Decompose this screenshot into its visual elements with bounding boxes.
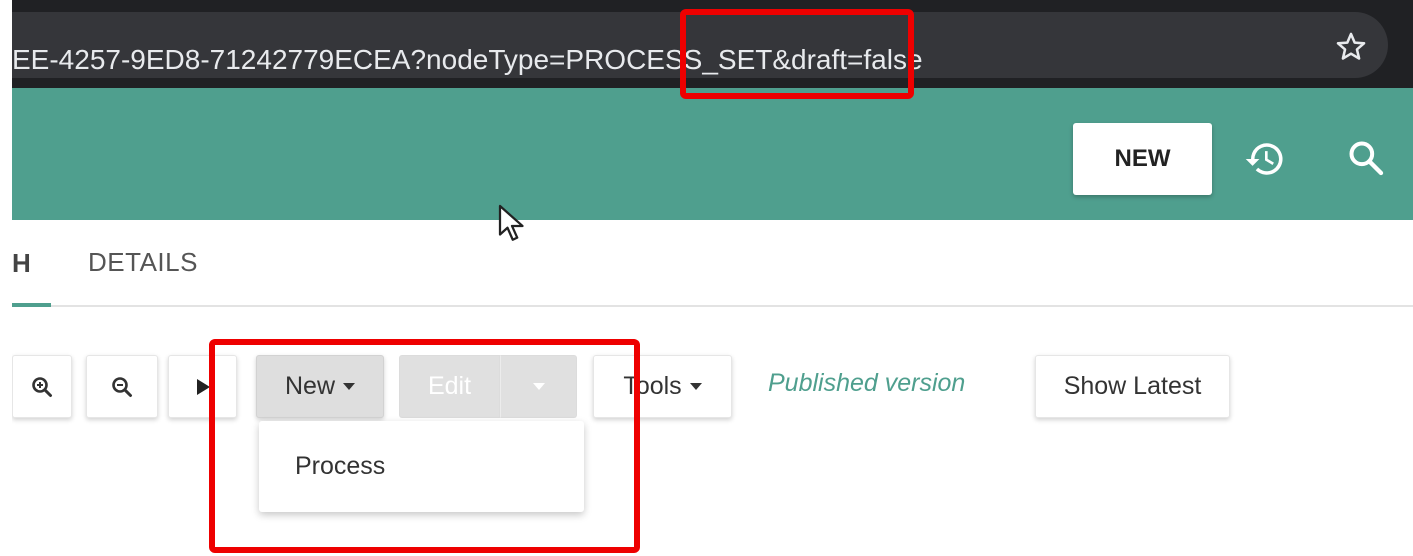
zoom-out-button[interactable] (86, 355, 158, 418)
new-dropdown-menu: Process (259, 421, 584, 512)
url-text[interactable]: EE-4257-9ED8-71242779ECEA?nodeType=PROCE… (12, 44, 923, 76)
tab-bar: H DETAILS (0, 220, 1413, 307)
play-button[interactable] (168, 355, 237, 418)
play-icon (196, 378, 210, 395)
tab-first-partial[interactable]: H (12, 248, 31, 279)
zoom-out-icon (112, 376, 132, 397)
star-icon[interactable] (1334, 30, 1368, 64)
chevron-down-icon (689, 383, 702, 390)
version-status-text: Published version (768, 369, 966, 397)
mouse-cursor-icon (498, 204, 524, 241)
edit-label: Edit (427, 372, 472, 400)
browser-edge (1401, 0, 1413, 88)
left-edge (0, 0, 12, 556)
tools-dropdown-button[interactable]: Tools (593, 355, 732, 418)
zoom-in-button[interactable] (12, 355, 72, 418)
show-latest-button[interactable]: Show Latest (1035, 355, 1230, 418)
chevron-down-icon (532, 383, 545, 390)
address-bar[interactable]: EE-4257-9ED8-71242779ECEA?nodeType=PROCE… (0, 12, 1388, 78)
tab-details[interactable]: DETAILS (88, 247, 198, 278)
new-dropdown-button[interactable]: New (256, 355, 384, 418)
edit-button[interactable]: Edit (399, 355, 500, 418)
history-icon[interactable] (1244, 138, 1286, 180)
chevron-down-icon (343, 383, 355, 390)
zoom-in-icon (32, 376, 52, 397)
tools-label: Tools (623, 372, 682, 400)
search-icon[interactable] (1346, 138, 1386, 178)
new-dropdown-label: New (284, 372, 335, 400)
new-button[interactable]: NEW (1073, 123, 1212, 195)
edit-dropdown-toggle[interactable] (500, 355, 577, 418)
menu-item-process[interactable]: Process (259, 421, 584, 512)
browser-toolbar: EE-4257-9ED8-71242779ECEA?nodeType=PROCE… (0, 0, 1413, 88)
